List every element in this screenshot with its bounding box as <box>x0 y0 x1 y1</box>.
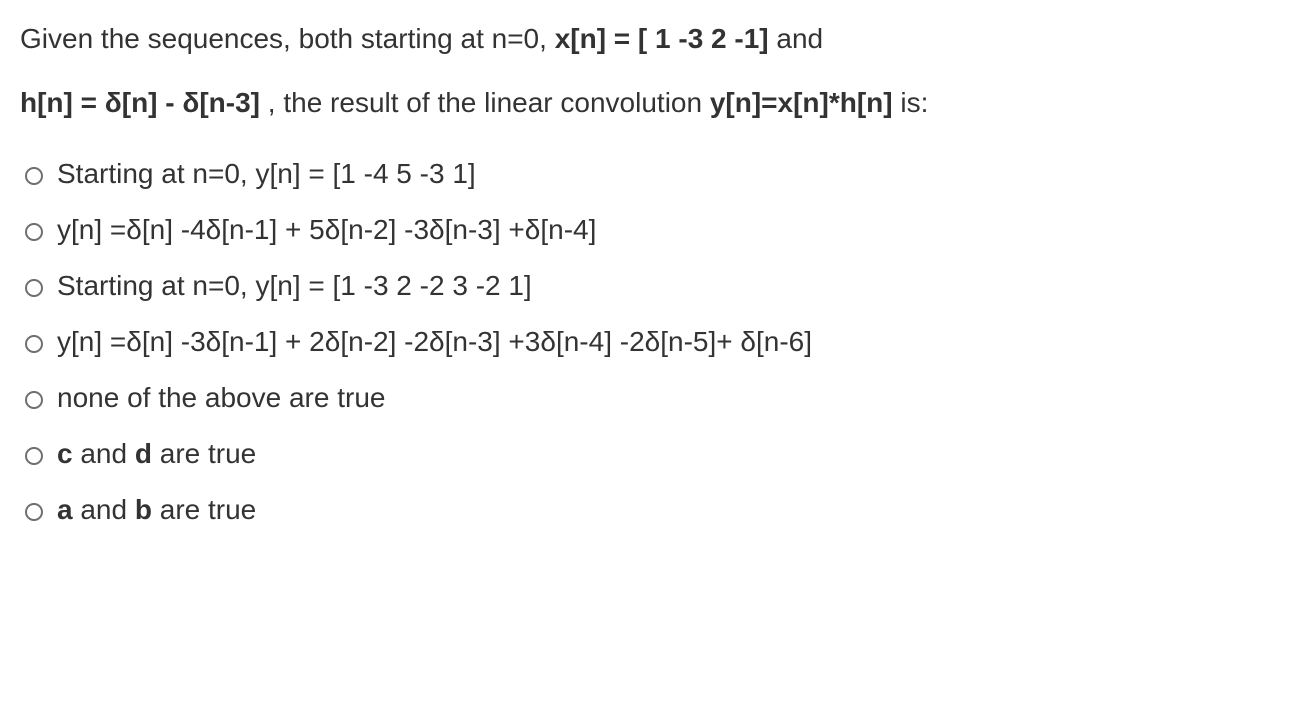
option-g[interactable]: a and b are true <box>20 494 1280 526</box>
option-d-label: y[n] =δ[n] -3δ[n-1] + 2δ[n-2] -2δ[n-3] +… <box>57 326 812 358</box>
question-line-2: h[n] = δ[n] - δ[n-3] , the result of the… <box>20 82 1280 124</box>
option-f[interactable]: c and d are true <box>20 438 1280 470</box>
radio-e[interactable] <box>25 391 43 409</box>
option-b-label: y[n] =δ[n] -4δ[n-1] + 5δ[n-2] -3δ[n-3] +… <box>57 214 596 246</box>
question-stem: Given the sequences, both starting at n=… <box>20 18 1280 124</box>
option-c[interactable]: Starting at n=0, y[n] = [1 -3 2 -2 3 -2 … <box>20 270 1280 302</box>
option-e-label: none of the above are true <box>57 382 385 414</box>
radio-f[interactable] <box>25 447 43 465</box>
radio-b[interactable] <box>25 223 43 241</box>
question-line-1: Given the sequences, both starting at n=… <box>20 18 1280 60</box>
option-d[interactable]: y[n] =δ[n] -3δ[n-1] + 2δ[n-2] -2δ[n-3] +… <box>20 326 1280 358</box>
option-b[interactable]: y[n] =δ[n] -4δ[n-1] + 5δ[n-2] -3δ[n-3] +… <box>20 214 1280 246</box>
radio-c[interactable] <box>25 279 43 297</box>
option-c-label: Starting at n=0, y[n] = [1 -3 2 -2 3 -2 … <box>57 270 532 302</box>
q-text-hn: h[n] = δ[n] - δ[n-3] <box>20 87 260 118</box>
option-a-label: Starting at n=0, y[n] = [1 -4 5 -3 1] <box>57 158 476 190</box>
q-text-suffix1: and <box>776 23 823 54</box>
option-f-label: c and d are true <box>57 438 256 470</box>
question-container: Given the sequences, both starting at n=… <box>0 0 1300 558</box>
radio-a[interactable] <box>25 167 43 185</box>
q-text-yn: y[n]=x[n]*h[n] <box>710 87 893 118</box>
option-a[interactable]: Starting at n=0, y[n] = [1 -4 5 -3 1] <box>20 158 1280 190</box>
q-text-prefix: Given the sequences, both starting at n=… <box>20 23 555 54</box>
options-list: Starting at n=0, y[n] = [1 -4 5 -3 1] y[… <box>20 146 1280 538</box>
option-g-label: a and b are true <box>57 494 256 526</box>
q-text-suffix2: is: <box>900 87 928 118</box>
radio-g[interactable] <box>25 503 43 521</box>
q-text-mid: , the result of the linear convolution <box>268 87 710 118</box>
option-e[interactable]: none of the above are true <box>20 382 1280 414</box>
radio-d[interactable] <box>25 335 43 353</box>
q-text-xn: x[n] = [ 1 -3 2 -1] <box>555 23 769 54</box>
